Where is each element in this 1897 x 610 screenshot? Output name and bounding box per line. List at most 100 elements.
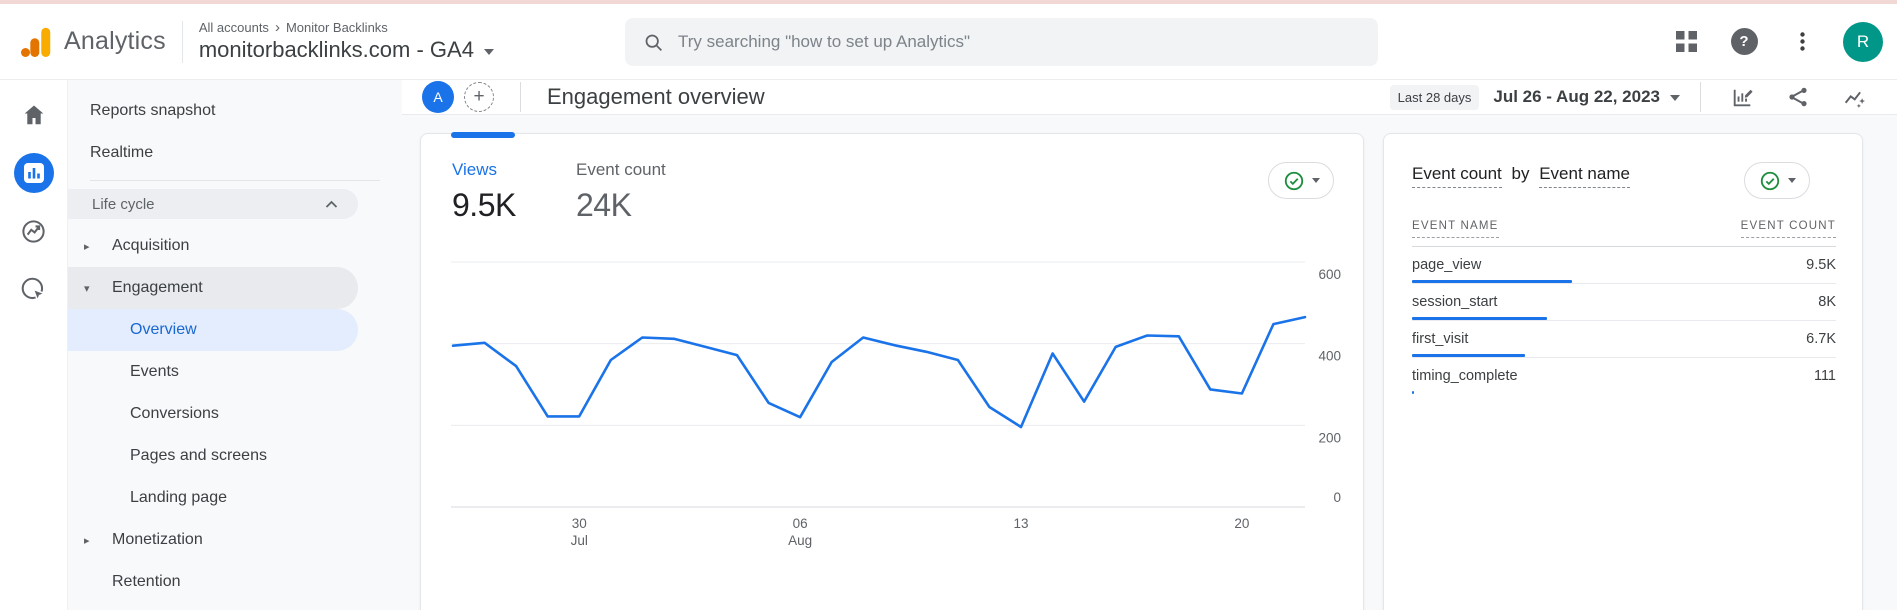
sidebar-item-retention[interactable]: Retention (68, 561, 358, 603)
table-header: EVENT NAME EVENT COUNT (1412, 220, 1836, 238)
card-title-by: by (1512, 164, 1530, 183)
event-proportion-bar (1412, 280, 1572, 283)
sidebar-section-life-cycle[interactable]: Life cycle (68, 189, 358, 219)
sidebar-item-acquisition[interactable]: ▸Acquisition (68, 225, 358, 267)
sidebar-item-engagement[interactable]: ▾Engagement (68, 267, 358, 309)
report-canvas: Views 9.5K Event count 24K 600400200030J… (402, 115, 1897, 610)
breadcrumb-account[interactable]: Monitor Backlinks (286, 20, 388, 35)
help-icon: ? (1731, 28, 1758, 55)
advertising-nav-button[interactable] (11, 266, 57, 312)
home-nav-button[interactable] (11, 92, 57, 138)
sidebar-item-conversions[interactable]: Conversions (68, 393, 358, 435)
svg-text:0: 0 (1333, 490, 1341, 505)
sidebar-item-label: Conversions (130, 405, 219, 423)
sidebar-item-reports-snapshot[interactable]: Reports snapshot (68, 90, 402, 132)
sidebar-item-label: Engagement (112, 279, 203, 297)
brand[interactable]: Analytics (0, 24, 166, 60)
chevron-down-icon (484, 49, 494, 55)
chevron-down-icon (1670, 95, 1680, 101)
table-row-line: timing_complete 111 (1412, 368, 1836, 384)
event-proportion-bar (1412, 354, 1525, 357)
sidebar-divider (90, 180, 380, 181)
date-preset-badge: Last 28 days (1390, 85, 1480, 110)
sidebar-item-pages-and-screens[interactable]: Pages and screens (68, 435, 358, 477)
chevron-down-icon (1788, 178, 1796, 183)
insights-button[interactable] (1837, 80, 1871, 114)
tree-expanded-icon: ▾ (84, 282, 112, 295)
tree-collapsed-icon: ▸ (84, 534, 112, 547)
property-name[interactable]: monitorbacklinks.com - GA4 (199, 37, 474, 63)
event-name: timing_complete (1412, 368, 1518, 384)
check-circle-icon (1759, 170, 1781, 192)
chevron-up-icon (325, 200, 338, 209)
breadcrumb[interactable]: All accounts › Monitor Backlinks (199, 20, 494, 35)
diagnostics-grid-icon[interactable] (1669, 25, 1703, 59)
share-report-button[interactable] (1781, 80, 1815, 114)
svg-text:06: 06 (793, 516, 808, 531)
card-title: Event count by Event name (1412, 164, 1635, 184)
kebab-menu-icon[interactable] (1785, 25, 1819, 59)
search-icon (643, 32, 664, 53)
column-event-name[interactable]: EVENT NAME (1412, 220, 1499, 238)
sidebar-item-label: Pages and screens (130, 447, 267, 465)
comparison-chip[interactable]: A (422, 81, 454, 113)
table-row[interactable]: timing_complete 111 (1412, 358, 1836, 394)
event-count: 111 (1814, 368, 1836, 384)
table-row[interactable]: session_start8K (1412, 284, 1836, 321)
customize-report-button[interactable] (1725, 80, 1759, 114)
engagement-line-chart[interactable]: 600400200030Jul06Aug1320 (421, 134, 1365, 564)
event-name: first_visit (1412, 331, 1468, 347)
reports-nav-button[interactable] (11, 150, 57, 196)
sidebar-item-realtime[interactable]: Realtime (68, 132, 402, 174)
tree-collapsed-icon: ▸ (84, 240, 112, 253)
search-input[interactable] (678, 32, 1360, 52)
icon-rail (0, 80, 68, 610)
avatar[interactable]: R (1843, 22, 1883, 62)
property-block: All accounts › Monitor Backlinks monitor… (199, 20, 494, 63)
property-selector[interactable]: monitorbacklinks.com - GA4 (199, 37, 494, 63)
explore-nav-button[interactable] (11, 208, 57, 254)
card-title-dimension[interactable]: Event name (1539, 164, 1630, 188)
insights-icon (1842, 85, 1867, 110)
sidebar-item-label: Events (130, 363, 179, 381)
section-label: Life cycle (92, 196, 155, 213)
event-count: 9.5K (1806, 257, 1836, 273)
analytics-logo-icon (18, 24, 54, 60)
engagement-chart-card: Views 9.5K Event count 24K 600400200030J… (420, 133, 1364, 610)
sidebar-nav: Reports snapshotRealtime Life cycle ▸Acqui… (68, 80, 402, 610)
search-bar[interactable] (625, 18, 1378, 66)
event-proportion-bar (1412, 317, 1547, 320)
report-header: A + Engagement overview Last 28 days Jul… (402, 80, 1897, 115)
event-count-card: Event count by Event name EVENT NAME EVE… (1383, 133, 1863, 610)
add-comparison-button[interactable]: + (464, 82, 494, 112)
header-actions: ? R (1669, 22, 1897, 62)
advertising-icon (20, 276, 47, 303)
main-content: A + Engagement overview Last 28 days Jul… (402, 80, 1897, 610)
table-row-line: first_visit 6.7K (1412, 331, 1836, 347)
table-row-line: page_view9.5K (1412, 257, 1836, 273)
event-rows: page_view9.5K session_start8K first_visit 6… (1412, 247, 1836, 394)
svg-text:200: 200 (1318, 430, 1341, 445)
sidebar-item-events[interactable]: Events (68, 351, 358, 393)
customize-report-icon (1730, 85, 1755, 110)
app-header: Analytics All accounts › Monitor Backlin… (0, 4, 1897, 80)
breadcrumb-all-accounts[interactable]: All accounts (199, 20, 269, 35)
table-row[interactable]: first_visit 6.7K (1412, 321, 1836, 358)
event-name: session_start (1412, 294, 1497, 310)
sidebar-item-landing-page[interactable]: Landing page (68, 477, 358, 519)
chevron-right-icon: › (275, 22, 280, 34)
sidebar-item-monetization[interactable]: ▸Monetization (68, 519, 358, 561)
explore-icon (20, 218, 47, 245)
sidebar-item-overview[interactable]: Overview (68, 309, 358, 351)
date-range-selector[interactable]: Jul 26 - Aug 22, 2023 (1493, 87, 1660, 107)
table-row[interactable]: page_view9.5K (1412, 247, 1836, 284)
card-title-metric[interactable]: Event count (1412, 164, 1502, 188)
product-name: Analytics (64, 27, 166, 56)
svg-text:Aug: Aug (788, 533, 812, 548)
report-header-divider (520, 82, 521, 112)
column-event-count[interactable]: EVENT COUNT (1741, 220, 1836, 238)
data-quality-dropdown[interactable] (1744, 162, 1810, 199)
event-proportion-bar (1412, 391, 1414, 394)
help-button[interactable]: ? (1727, 25, 1761, 59)
event-count: 6.7K (1806, 331, 1836, 347)
